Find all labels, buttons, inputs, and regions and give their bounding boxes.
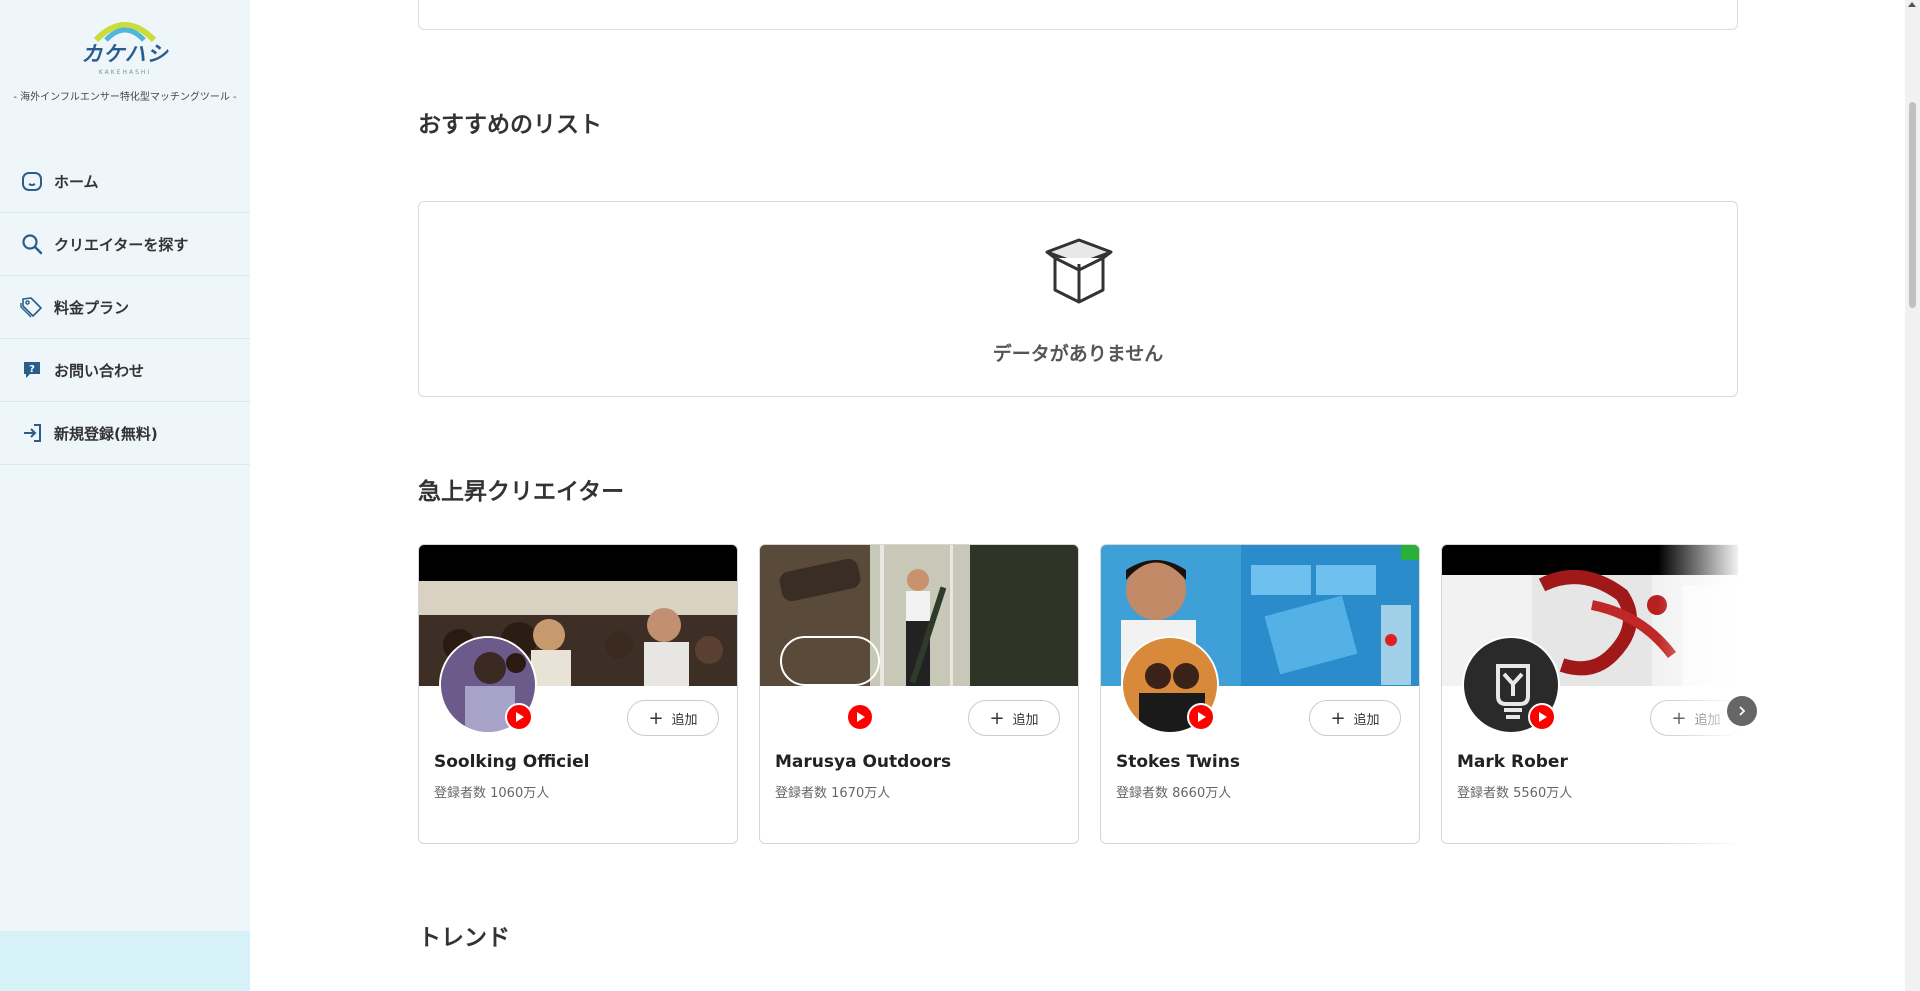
creator-card[interactable]: + 追加 Soolking Officiel 登録者数 1060万人 bbox=[418, 544, 738, 844]
home-icon bbox=[20, 169, 44, 193]
scroll-up-arrow-icon[interactable] bbox=[1908, 2, 1916, 7]
empty-state-text: データがありません bbox=[992, 343, 1164, 365]
creator-subscribers: 登録者数 5560万人 bbox=[1457, 786, 1573, 801]
creator-subscribers: 登録者数 1670万人 bbox=[775, 786, 891, 801]
search-icon bbox=[20, 232, 44, 256]
creator-name[interactable]: Marusya Outdoors bbox=[775, 752, 951, 772]
sidebar-item-contact[interactable]: ? お問い合わせ bbox=[0, 339, 250, 402]
sidebar: カケハシ KAKEHASHI - 海外インフルエンサー特化型マッチングツール -… bbox=[0, 0, 250, 991]
chevron-right-icon bbox=[1739, 706, 1746, 716]
add-creator-button[interactable]: + 追加 bbox=[1309, 700, 1401, 736]
rising-creators-carousel: + 追加 Soolking Officiel 登録者数 1060万人 + 追加 … bbox=[418, 544, 1738, 844]
sidebar-item-home[interactable]: ホーム bbox=[0, 150, 250, 213]
creator-name[interactable]: Stokes Twins bbox=[1116, 752, 1240, 772]
rising-creators-title: 急上昇クリエイター bbox=[418, 479, 625, 505]
add-creator-button[interactable]: + 追加 bbox=[968, 700, 1060, 736]
logo[interactable]: カケハシ KAKEHASHI bbox=[0, 16, 250, 76]
sidebar-item-label: クリエイターを探す bbox=[54, 235, 189, 254]
youtube-icon bbox=[505, 703, 533, 731]
scrollbar-thumb[interactable] bbox=[1909, 102, 1916, 308]
page-scrollbar[interactable] bbox=[1905, 0, 1920, 991]
sign-in-icon bbox=[20, 421, 44, 445]
sidebar-item-label: 料金プラン bbox=[54, 298, 130, 317]
price-tag-icon bbox=[20, 295, 44, 319]
creator-card[interactable]: + 追加 Mark Rober 登録者数 5560万人 bbox=[1441, 544, 1738, 844]
youtube-icon bbox=[1187, 703, 1215, 731]
plus-icon: + bbox=[1330, 707, 1346, 729]
plus-icon: + bbox=[1671, 707, 1687, 729]
trend-title: トレンド bbox=[418, 925, 510, 951]
sidebar-item-label: ホーム bbox=[54, 172, 99, 191]
sidebar-item-pricing[interactable]: 料金プラン bbox=[0, 276, 250, 339]
logo-text: カケハシ bbox=[81, 42, 169, 66]
carousel-next-button[interactable] bbox=[1727, 696, 1757, 726]
creator-avatar[interactable] bbox=[780, 636, 880, 686]
plus-icon: + bbox=[648, 707, 664, 729]
sidebar-footer bbox=[0, 931, 250, 991]
creator-card[interactable]: + 追加 Marusya Outdoors 登録者数 1670万人 bbox=[759, 544, 1079, 844]
sidebar-item-label: お問い合わせ bbox=[54, 361, 145, 380]
logo-subtext: KAKEHASHI bbox=[98, 69, 152, 76]
recommended-list-title: おすすめのリスト bbox=[418, 112, 602, 138]
help-chat-icon: ? bbox=[20, 358, 44, 382]
creator-subscribers: 登録者数 8660万人 bbox=[1116, 786, 1232, 801]
creator-card[interactable]: + 追加 Stokes Twins 登録者数 8660万人 bbox=[1100, 544, 1420, 844]
previous-section-box bbox=[418, 0, 1738, 30]
plus-icon: + bbox=[989, 707, 1005, 729]
add-creator-button[interactable]: + 追加 bbox=[627, 700, 719, 736]
youtube-icon bbox=[846, 703, 874, 731]
creator-name[interactable]: Mark Rober bbox=[1457, 752, 1568, 772]
youtube-icon bbox=[1528, 703, 1556, 731]
empty-box-icon bbox=[1045, 238, 1113, 304]
tagline: - 海外インフルエンサー特化型マッチングツール - bbox=[13, 92, 237, 103]
creator-subscribers: 登録者数 1060万人 bbox=[434, 786, 550, 801]
creator-name[interactable]: Soolking Officiel bbox=[434, 752, 589, 772]
main-content: おすすめのリスト データがありません 急上昇クリエイター + 追加 Soolki… bbox=[250, 0, 1905, 991]
sidebar-item-signup[interactable]: 新規登録(無料) bbox=[0, 402, 250, 465]
sidebar-item-find-creators[interactable]: クリエイターを探す bbox=[0, 213, 250, 276]
add-creator-button[interactable]: + 追加 bbox=[1650, 700, 1738, 736]
recommended-empty-state: データがありません bbox=[418, 201, 1738, 397]
sidebar-nav: ホーム クリエイターを探す 料金プラン ? お問い合わせ 新規登録(無料) bbox=[0, 150, 250, 465]
sidebar-item-label: 新規登録(無料) bbox=[54, 424, 158, 443]
svg-text:?: ? bbox=[29, 364, 35, 375]
